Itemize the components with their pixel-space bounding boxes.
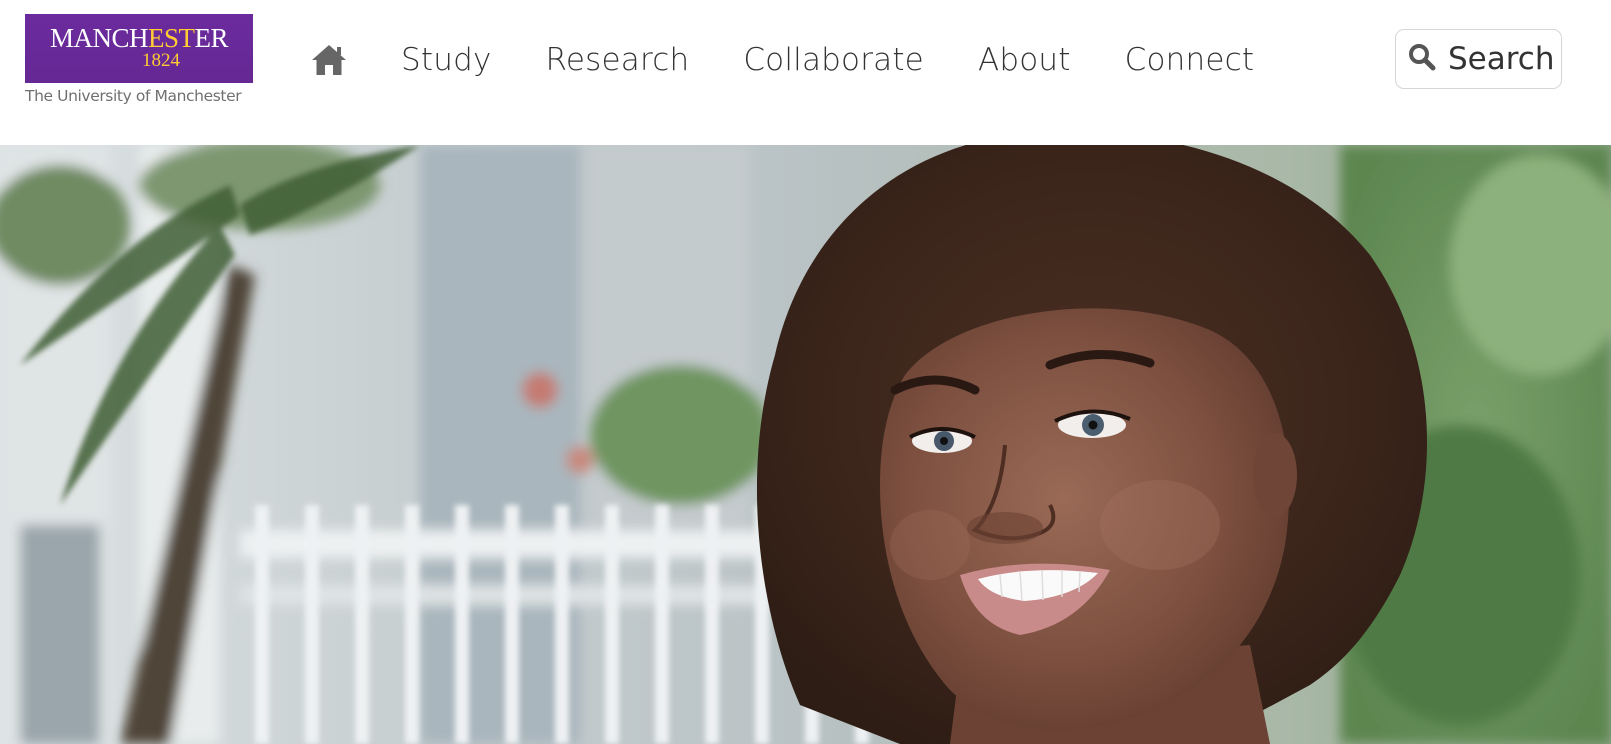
- nav-item-connect[interactable]: Connect: [1125, 42, 1255, 78]
- search-button[interactable]: Search: [1395, 29, 1562, 89]
- smiling-student-photo: [0, 145, 1611, 744]
- nav-item-collaborate[interactable]: Collaborate: [743, 42, 924, 78]
- main-navigation: Study Research Collaborate About Connect: [310, 38, 1308, 82]
- site-header: MANCHESTER 1824 The University of Manche…: [0, 0, 1611, 145]
- hero-image: [0, 145, 1611, 744]
- search-icon: [1408, 43, 1436, 75]
- nav-item-about[interactable]: About: [978, 42, 1071, 78]
- university-logo[interactable]: MANCHESTER 1824 The University of Manche…: [25, 14, 253, 105]
- nav-item-research[interactable]: Research: [546, 42, 690, 78]
- home-icon[interactable]: [310, 41, 348, 79]
- search-label: Search: [1448, 41, 1555, 77]
- nav-item-study[interactable]: Study: [401, 42, 492, 78]
- logo-wordmark: MANCHESTER 1824: [25, 14, 253, 83]
- logo-subtitle: The University of Manchester: [25, 87, 242, 105]
